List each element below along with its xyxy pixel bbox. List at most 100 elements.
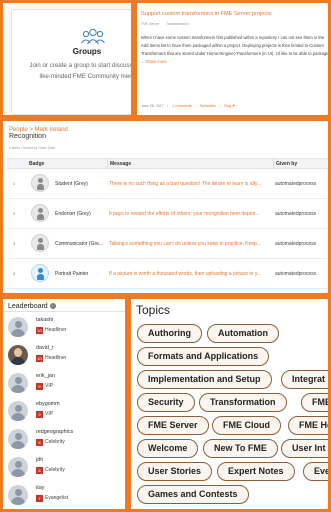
avatar[interactable] [8,345,28,365]
topic-tag[interactable]: Even [303,462,328,481]
user-rank: 10 Headliner [36,355,66,363]
table-row: 2 Endorser (Grey) It pays to reward the ef… [7,199,328,229]
topic-tag[interactable]: Expert Notes [217,462,295,481]
avatar[interactable] [8,317,28,337]
avatar[interactable] [8,485,28,505]
leaderboard-item[interactable]: itay 7 Evangelist [8,483,125,509]
badge-name[interactable]: Student (Grey) [55,181,107,187]
level-badge: 9 [36,383,43,390]
avatar[interactable] [8,373,28,393]
topic-tag[interactable]: Integrat [281,370,328,389]
badge-name[interactable]: Portrait Painter [55,271,107,277]
table-row: 1 Student (Grey) There is no such thing as… [7,169,328,199]
badge-icon[interactable] [31,174,49,192]
given-by[interactable]: automatedprocess [275,271,316,277]
topic-tag[interactable]: FME Server [137,416,209,435]
post-body-text: When I have some custom transformers fir… [141,35,329,64]
column-header-badge[interactable]: Badge [29,161,44,167]
user-name[interactable]: david_r [36,345,54,351]
user-rank: 8 Celebrity [36,439,65,447]
topic-tag[interactable]: Transformation [199,393,287,412]
user-rank: 9 VIP [36,383,53,391]
column-header-message[interactable]: Message [110,161,131,167]
post-meta-user[interactable]: FME Server [141,22,159,26]
badge-icon[interactable] [31,234,49,252]
row-number: 3 [13,241,16,246]
badge-icon[interactable] [31,264,49,282]
column-header-given-by[interactable]: Given by [276,161,297,167]
recognition-panel: People > Mark Ireland Recognition 4 item… [0,118,331,296]
topic-tag[interactable]: FME Cloud [212,416,281,435]
user-rank: 8 Celebrity [36,467,65,475]
flag-icon[interactable]: ⚑ [232,104,235,108]
given-by[interactable]: automatedprocess [275,241,316,247]
groups-title: Groups [72,47,102,56]
topic-tag[interactable]: FME D [301,393,328,412]
leaderboard-title-text: Leaderboard [8,303,48,310]
topic-tag[interactable]: User Stories [137,462,213,481]
badge-message: It pays to reward the efforts of others;… [109,211,260,217]
topic-tag[interactable]: New To FME [203,439,278,458]
user-name[interactable]: erik_jan [36,373,55,379]
show-more-link[interactable]: Show more [146,59,167,64]
rank-label: Celebrity [45,439,65,445]
rank-label: VIP [45,411,54,417]
user-name[interactable]: itay [36,485,44,491]
post-meta: FME Server Transformation [141,22,195,26]
post-title-link[interactable]: Support custom transformers in FME Serve… [141,11,326,17]
level-badge: 8 [36,467,43,474]
leaderboard-item[interactable]: david_r 10 Headliner [8,343,125,369]
user-name[interactable]: ebygomm [36,401,60,407]
table-header: Badge Message Given by [7,158,328,169]
subscribe-link[interactable]: Subscribe [200,104,216,108]
row-number: 1 [13,181,16,186]
user-rank: 9 VIP [36,411,53,419]
topic-tag[interactable]: Authoring [137,324,202,343]
recognition-table: Badge Message Given by 1 Student (Grey) Th… [7,158,328,289]
topic-tag[interactable]: Automation [207,324,279,343]
leaderboard-item[interactable]: takashi 10 Headliner [8,315,125,341]
rank-label: Headliner [45,327,67,333]
post-panel: Support custom transformers in FME Serve… [134,0,331,118]
avatar[interactable] [8,401,28,421]
topic-tag[interactable]: Security [137,393,195,412]
flag-link[interactable]: Flag [224,104,231,108]
given-by[interactable]: automatedprocess [275,181,316,187]
topic-tag[interactable]: User Int [281,439,328,458]
user-name[interactable]: takashi [36,317,53,323]
leaderboard-item[interactable]: jdh 8 Celebrity [8,455,125,481]
avatar[interactable] [8,457,28,477]
leaderboard-item[interactable]: ebygomm 9 VIP [8,399,125,425]
topic-tag[interactable]: FME Ho [288,416,328,435]
topic-tag[interactable]: Games and Contests [137,485,249,504]
user-name[interactable]: jdh [36,457,43,463]
topic-tag[interactable]: Implementation and Setup [137,370,272,389]
post-meta-category[interactable]: Transformation [166,22,189,26]
leaderboard-item[interactable]: redgeographics 8 Celebrity [8,427,125,453]
post-body: When I have some custom transformers fir… [141,34,329,66]
topic-tag[interactable]: Welcome [137,439,199,458]
badge-name[interactable]: Communicator (Gre... [55,241,107,247]
rank-label: Headliner [45,355,67,361]
row-number: 2 [13,211,16,216]
leaderboard-item[interactable]: erik_jan 9 VIP [8,371,125,397]
comments-link[interactable]: 1 comments [172,104,192,108]
badge-icon[interactable] [31,204,49,222]
table-row: 3 Communicator (Gre... Talking's something… [7,229,328,259]
leaderboard-panel: Leaderboard i takashi 10 Headliner david_r 10… [0,296,128,512]
avatar[interactable] [8,429,28,449]
given-by[interactable]: automatedprocess [275,211,316,217]
rank-label: Evangelist [45,495,69,501]
info-icon[interactable]: i [49,303,56,309]
groups-panel: Groups Join or create a group to start d… [0,0,134,118]
level-badge: 7 [36,495,43,502]
leaderboard-title: Leaderboard i [8,303,56,310]
groups-icon [81,28,105,45]
topic-tag[interactable]: Formats and Applications [137,347,270,366]
badge-name[interactable]: Endorser (Grey) [55,211,107,217]
sort-info: 4 items / Sorted by Given Date [9,146,56,150]
groups-card[interactable]: Groups Join or create a group to start d… [11,9,134,115]
post-date: June 28, 2017 [141,104,164,108]
groups-description: Join or create a group to start discussi… [29,62,134,80]
user-name[interactable]: redgeographics [36,429,73,435]
